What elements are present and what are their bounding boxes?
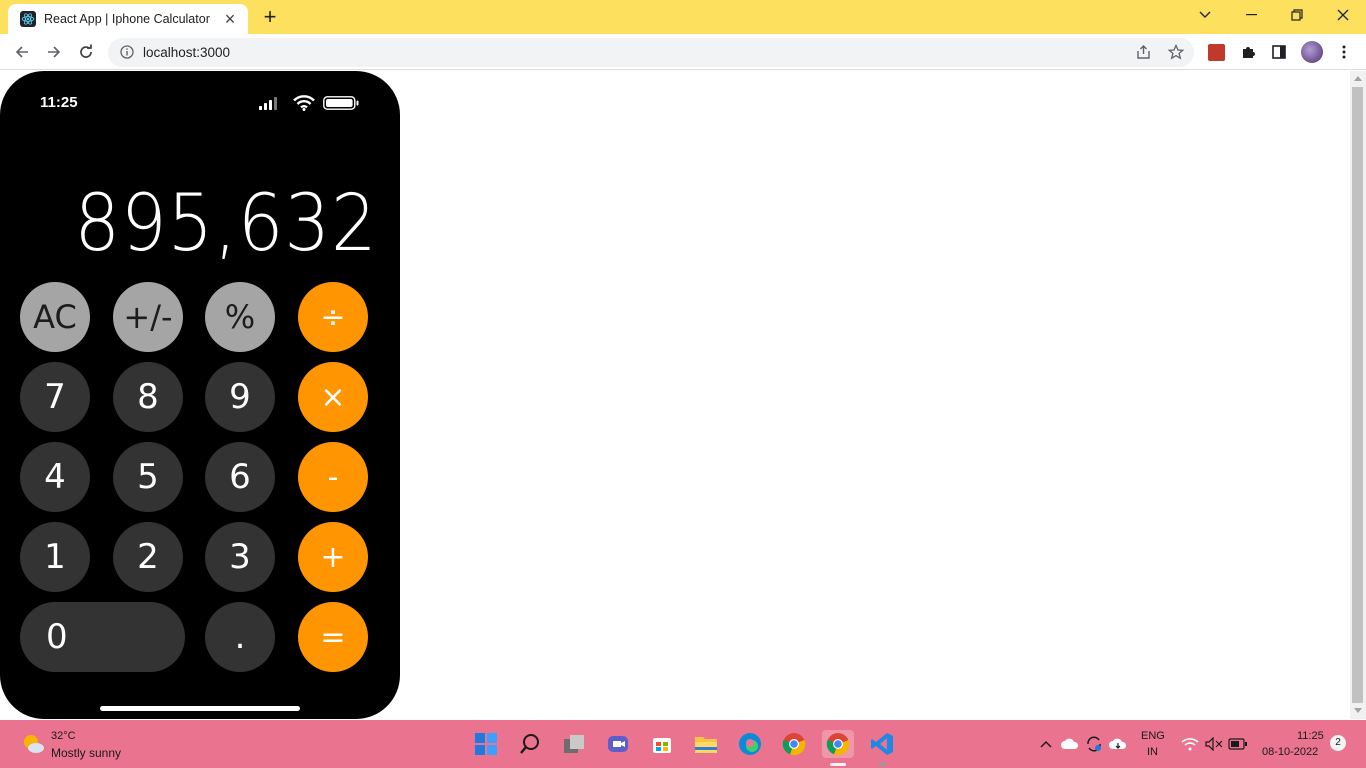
signal-icon [259,97,277,115]
add-button[interactable]: + [298,522,368,592]
running-app-indicator [878,763,886,766]
side-panel-icon[interactable] [1267,40,1291,64]
battery-tray-icon[interactable] [1226,730,1250,758]
store-icon[interactable] [648,730,676,758]
tab-close-icon[interactable]: × [222,10,238,28]
digit-7-button[interactable]: 7 [20,362,90,432]
share-icon[interactable] [1136,44,1152,65]
tab-title: React App | Iphone Calculator [44,12,210,26]
reload-icon[interactable] [74,40,98,64]
extensions-puzzle-icon[interactable] [1236,40,1260,64]
windows-taskbar: 32°C Mostly sunny ENG IN 11:25 08-10-202… [0,720,1366,768]
language-indicator[interactable]: ENG [1141,730,1165,742]
digit-3-button[interactable]: 3 [205,522,275,592]
multiply-button[interactable]: × [298,362,368,432]
browser-tab[interactable]: React App | Iphone Calculator × [8,4,248,34]
cloud-download-icon[interactable] [1106,730,1130,758]
weather-desc[interactable]: Mostly sunny [51,746,121,760]
volume-muted-icon[interactable] [1202,730,1226,758]
calculator-display: 895,632 [74,179,378,269]
equals-button[interactable]: = [298,602,368,672]
divide-button[interactable]: ÷ [298,282,368,352]
new-tab-icon[interactable]: + [258,6,282,28]
notification-badge[interactable]: 2 [1330,735,1346,751]
chrome-icon[interactable] [822,730,854,758]
address-bar[interactable]: localhost:3000 [108,38,1194,67]
digit-8-button[interactable]: 8 [113,362,183,432]
digit-0-button[interactable]: 0 [20,602,185,672]
scroll-up-arrow-icon[interactable] [1354,76,1362,81]
weather-sun-icon[interactable] [20,731,46,762]
close-window-icon[interactable] [1320,0,1366,30]
tray-overflow-chevron-icon[interactable] [1034,730,1058,758]
chrome-menu-icon[interactable] [1332,40,1356,64]
region-indicator[interactable]: IN [1147,746,1158,758]
extension-red-icon[interactable] [1204,40,1228,64]
digit-2-button[interactable]: 2 [113,522,183,592]
sync-icon[interactable] [1082,730,1106,758]
site-info-icon[interactable] [120,45,134,64]
digit-9-button[interactable]: 9 [205,362,275,432]
page-scrollbar[interactable] [1350,71,1366,719]
file-explorer-icon[interactable] [692,730,720,758]
wifi-icon [293,95,315,116]
vscode-icon[interactable] [868,730,896,758]
teams-icon[interactable] [604,730,632,758]
start-icon[interactable] [472,730,500,758]
status-bar-time: 11:25 [40,94,78,111]
digit-5-button[interactable]: 5 [113,442,183,512]
digit-1-button[interactable]: 1 [20,522,90,592]
taskbar-time[interactable]: 11:25 [1297,730,1324,742]
decimal-button[interactable]: . [205,602,275,672]
weather-temp[interactable]: 32°C [51,730,76,742]
taskbar-date[interactable]: 08-10-2022 [1262,746,1318,758]
onedrive-cloud-icon[interactable] [1058,730,1082,758]
digit-6-button[interactable]: 6 [205,442,275,512]
chrome-profile-icon[interactable] [780,730,808,758]
wifi-tray-icon[interactable] [1178,730,1202,758]
calculator-phone: 11:25 895,632 AC +/-% ÷ 7 8 9 × 4 5 6- 1 2 3 +0. = [0,71,400,719]
clear-button[interactable]: AC [20,282,90,352]
home-indicator[interactable] [100,706,300,711]
url-text: localhost:3000 [143,45,231,60]
edge-icon[interactable] [736,730,764,758]
battery-icon [323,96,360,115]
react-favicon-icon [20,11,36,27]
profile-avatar-icon[interactable] [1300,40,1324,64]
tab-search-icon[interactable] [1182,0,1228,30]
browser-titlebar: React App | Iphone Calculator × + [0,0,1366,34]
restore-icon[interactable] [1274,0,1320,30]
task-view-icon[interactable] [560,730,588,758]
browser-toolbar: localhost:3000 [0,34,1366,70]
sign-toggle-button[interactable]: +/- [113,282,183,352]
bookmark-star-icon[interactable] [1167,43,1185,65]
forward-icon[interactable] [42,40,66,64]
back-icon[interactable] [10,40,34,64]
scroll-down-arrow-icon[interactable] [1354,708,1362,713]
percent-button[interactable]: % [205,282,275,352]
search-icon[interactable] [516,730,544,758]
active-app-indicator [830,763,846,766]
minimize-icon[interactable] [1228,0,1274,30]
scrollbar-thumb[interactable] [1352,87,1363,703]
subtract-button[interactable]: - [298,442,368,512]
digit-4-button[interactable]: 4 [20,442,90,512]
